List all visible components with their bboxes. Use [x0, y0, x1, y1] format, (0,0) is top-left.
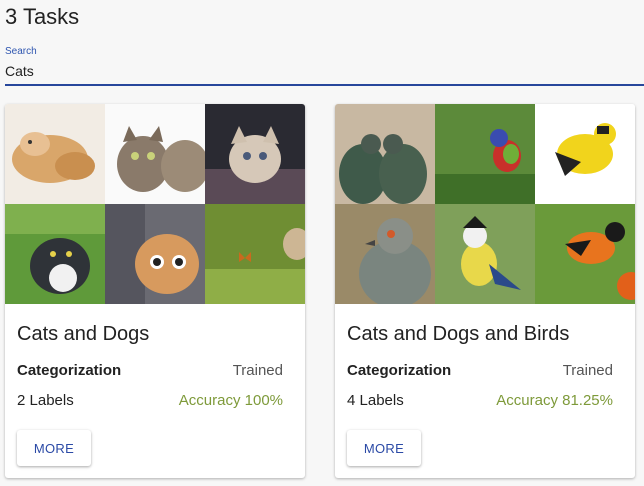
image-goldfinch: [535, 104, 635, 204]
image-mosaic: [5, 104, 305, 304]
page-title: 3 Tasks: [5, 4, 80, 29]
image-two-kittens: [105, 104, 205, 204]
search-field[interactable]: Search: [5, 46, 644, 86]
accuracy-label: Accuracy 81.25%: [496, 392, 613, 409]
accuracy-label: Accuracy 100%: [178, 392, 283, 409]
labels-count: 2 Labels: [17, 392, 74, 409]
labels-count: 4 Labels: [347, 392, 404, 409]
search-label: Search: [5, 46, 37, 57]
card-title: Cats and Dogs and Birds: [347, 323, 570, 345]
image-pigeon-head: [335, 204, 435, 304]
image-pigeons-pair: [335, 104, 435, 204]
image-oriole: [535, 204, 635, 304]
more-button[interactable]: MORE: [17, 430, 91, 466]
task-type: Categorization: [17, 362, 122, 379]
image-cat-on-grass: [5, 204, 105, 304]
image-kitten-lying: [5, 104, 105, 204]
status-label: Trained: [232, 362, 283, 379]
image-painted-bunting: [435, 104, 535, 204]
status-label: Trained: [562, 362, 613, 379]
card-title: Cats and Dogs: [17, 323, 150, 345]
image-cat-with-butterfly: [205, 204, 305, 304]
image-blue-tit: [435, 204, 535, 304]
image-cat-peeking: [105, 204, 205, 304]
task-type: Categorization: [347, 362, 452, 379]
more-button[interactable]: MORE: [347, 430, 421, 466]
task-card[interactable]: Cats and Dogs and Birds Categorization T…: [335, 104, 635, 478]
image-mosaic: [335, 104, 635, 304]
image-kitten-blanket: [205, 104, 305, 204]
search-input[interactable]: [5, 62, 644, 86]
task-card[interactable]: Cats and Dogs Categorization Trained 2 L…: [5, 104, 305, 478]
